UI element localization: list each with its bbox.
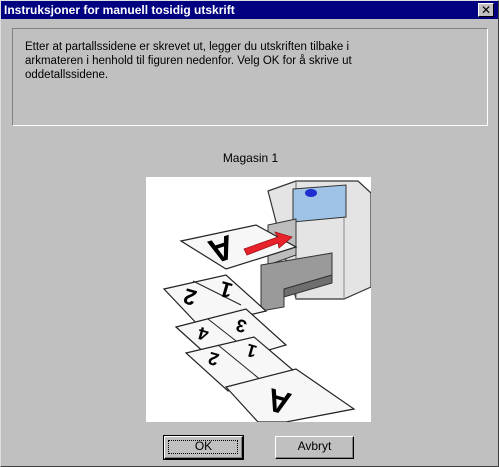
message-line: Etter at partallssidene er skrevet ut, l… (25, 41, 350, 53)
ok-button-label: OK (194, 439, 213, 453)
printer-indicator (305, 189, 317, 197)
message-line: arkmateren i henhold til figuren nedenfo… (25, 55, 352, 67)
cancel-button[interactable]: Avbryt (275, 436, 354, 459)
printer-window (292, 184, 347, 223)
printer-illustration-svg: A 2 1 4 3 2 1 A (162, 180, 371, 422)
message-panel: Etter at partallssidene er skrevet ut, l… (12, 28, 488, 126)
title-bar[interactable]: Instruksjoner for manuell tosidig utskri… (1, 1, 498, 19)
cancel-button-label: Avbryt (297, 439, 332, 453)
message-text: Etter at partallssidene er skrevet ut, l… (25, 40, 465, 82)
dialog-window: Instruksjoner for manuell tosidig utskri… (0, 0, 499, 467)
printer-paper-illustration: A 2 1 4 3 2 1 A (146, 177, 371, 422)
message-line: oddetallssidene. (25, 69, 109, 81)
close-icon: ✕ (480, 3, 492, 17)
ok-button[interactable]: OK (163, 435, 244, 460)
close-button[interactable]: ✕ (478, 3, 494, 17)
window-title: Instruksjoner for manuell tosidig utskri… (4, 3, 235, 17)
tray-label: Magasin 1 (222, 151, 279, 165)
